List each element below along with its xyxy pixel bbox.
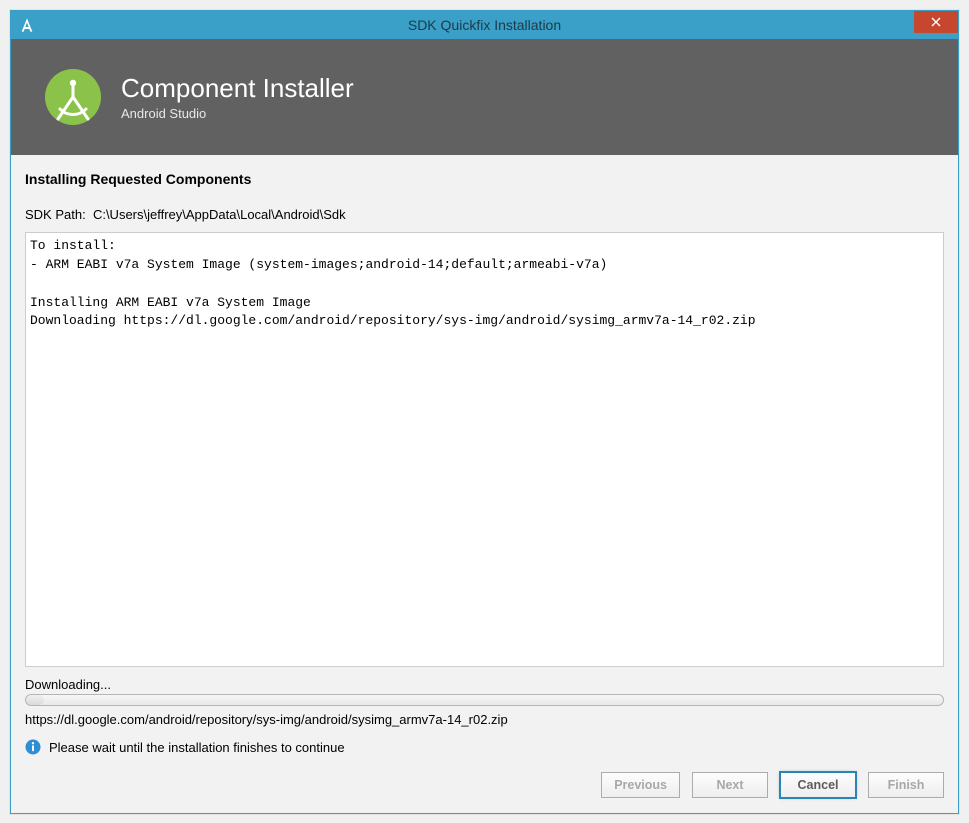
cancel-button[interactable]: Cancel <box>780 772 856 798</box>
sdk-path-row: SDK Path: C:\Users\jeffrey\AppData\Local… <box>25 207 944 222</box>
installer-heading: Component Installer <box>121 73 354 104</box>
previous-button[interactable]: Previous <box>601 772 680 798</box>
titlebar: SDK Quickfix Installation <box>11 11 958 39</box>
button-row: Previous Next Cancel Finish <box>11 763 958 813</box>
info-icon <box>25 739 41 755</box>
progress-fill <box>26 695 44 705</box>
window-title: SDK Quickfix Installation <box>408 17 561 33</box>
wait-message-row: Please wait until the installation finis… <box>25 739 944 755</box>
android-studio-logo-icon <box>43 67 103 127</box>
wait-message: Please wait until the installation finis… <box>49 740 345 755</box>
download-url: https://dl.google.com/android/repository… <box>25 712 944 727</box>
close-button[interactable] <box>914 11 958 33</box>
content-area: Installing Requested Components SDK Path… <box>11 155 958 763</box>
section-title: Installing Requested Components <box>25 171 944 187</box>
installer-subheading: Android Studio <box>121 106 354 121</box>
sdk-path-label: SDK Path: <box>25 207 86 222</box>
sdk-path-value: C:\Users\jeffrey\AppData\Local\Android\S… <box>93 207 346 222</box>
status-label: Downloading... <box>25 677 944 692</box>
progress-bar <box>25 694 944 706</box>
header-banner: Component Installer Android Studio <box>11 39 958 155</box>
finish-button[interactable]: Finish <box>868 772 944 798</box>
header-text: Component Installer Android Studio <box>121 73 354 121</box>
install-log[interactable]: To install: - ARM EABI v7a System Image … <box>25 232 944 667</box>
sdk-quickfix-window: SDK Quickfix Installation Component Inst… <box>10 10 959 814</box>
android-studio-icon <box>19 17 35 33</box>
next-button[interactable]: Next <box>692 772 768 798</box>
